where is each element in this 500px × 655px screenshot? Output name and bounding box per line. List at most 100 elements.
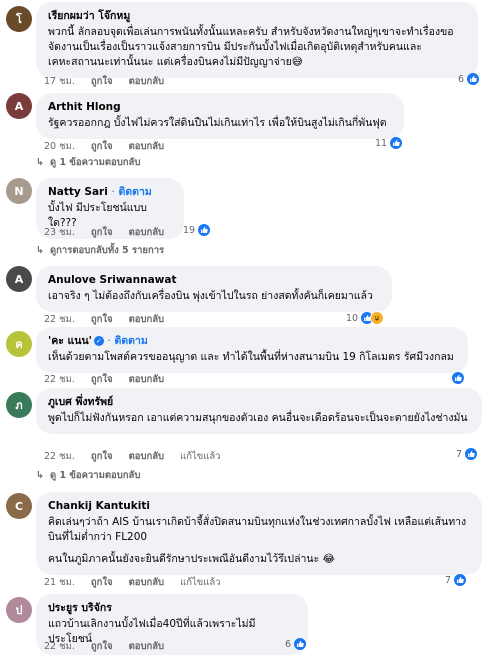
like-icon (452, 372, 464, 384)
like-button[interactable]: ถูกใจ (91, 639, 113, 654)
like-button[interactable]: ถูกใจ (91, 449, 113, 464)
timestamp[interactable]: 22 ชม. (44, 372, 75, 387)
reaction-summary[interactable]: 19 (183, 224, 211, 236)
comment-text: พูดไปก็ไม่ฟังกันหรอก เอาแต่ความสนุกของตั… (48, 411, 470, 426)
comment-paragraph: เอาจริง ๆ ไม่ต้องถึงกับเครื่องบิน พุ่งเข… (48, 290, 373, 302)
reaction-summary[interactable]: 10 (346, 311, 385, 325)
commenter-name[interactable]: ภูเบศ พึ่งทรัพย์ (48, 395, 470, 409)
like-button[interactable]: ถูกใจ (91, 372, 113, 387)
reply-button[interactable]: ตอบกลับ (129, 74, 165, 89)
timestamp[interactable]: 20 ชม. (44, 139, 75, 154)
reply-arrow-icon: ↳ (36, 157, 44, 168)
comment-bubble: 'คะ แนน' ✓ · ติดตาม เห็นด้วยตามโพสต์ควรขอ… (36, 327, 468, 373)
reply-button[interactable]: ตอบกลับ (129, 575, 165, 590)
reaction-summary[interactable] (452, 372, 464, 384)
timestamp[interactable]: 17 ชม. (44, 74, 75, 89)
like-button[interactable]: ถูกใจ (91, 74, 113, 89)
timestamp[interactable]: 22 ชม. (44, 449, 75, 464)
comment-actions: 17 ชม. ถูกใจ ตอบกลับ (44, 74, 164, 89)
like-icon (467, 73, 480, 85)
reply-button[interactable]: ตอบกลับ (129, 372, 165, 387)
commenter-name[interactable]: ประยูร บริจักร (48, 601, 296, 615)
avatar[interactable]: ภ (6, 392, 32, 418)
comment-bubble: เรียกผมว่า โจ๊กหมู พวกนี้ ลักลอบจุดเพื่อ… (36, 2, 478, 78)
follow-button[interactable]: ติดตาม (115, 335, 148, 347)
reply-button[interactable]: ตอบกลับ (129, 225, 165, 240)
commenter-name[interactable]: เรียกผมว่า โจ๊กหมู (48, 9, 466, 23)
reply-button[interactable]: ตอบกลับ (129, 639, 165, 654)
comment-paragraph: คิดเล่นๆว่าถ้า AIS บ้านเราเกิดบ้าจี้สั่ง… (48, 516, 467, 543)
commenter-name-text[interactable]: 'คะ แนน' (48, 335, 92, 347)
comment-paragraph: พวกนี้ ลักลอบจุดเพื่อเล่นการพนันทั้งนั้น… (48, 26, 454, 68)
reaction-count: 11 (375, 137, 388, 149)
separator: · (111, 186, 115, 198)
comment-bubble: Anulove Sriwannawat เอาจริง ๆ ไม่ต้องถึง… (36, 266, 392, 312)
avatar[interactable]: ป (6, 597, 32, 623)
reaction-count: 6 (458, 73, 465, 85)
like-icon (465, 448, 478, 460)
avatar[interactable]: โ (6, 6, 32, 32)
like-icon (454, 574, 467, 586)
avatar[interactable]: ค (6, 331, 32, 357)
comment-text: พวกนี้ ลักลอบจุดเพื่อเล่นการพนันทั้งนั้น… (48, 25, 466, 70)
reaction-count: 19 (183, 224, 196, 236)
reply-arrow-icon: ↳ (36, 470, 44, 481)
comment-actions: 22 ชม. ถูกใจ ตอบกลับ (44, 372, 164, 387)
like-button[interactable]: ถูกใจ (91, 575, 113, 590)
comment-actions: 22 ชม. ถูกใจ ตอบกลับ (44, 639, 164, 654)
edited-label: แก้ไขแล้ว (180, 577, 221, 588)
timestamp[interactable]: 22 ชม. (44, 312, 75, 327)
like-button[interactable]: ถูกใจ (91, 139, 113, 154)
reply-button[interactable]: ตอบกลับ (129, 449, 165, 464)
reaction-summary[interactable]: 7 (445, 574, 467, 586)
commenter-name: 'คะ แนน' ✓ · ติดตาม (48, 334, 456, 348)
comment-text: คิดเล่นๆว่าถ้า AIS บ้านเราเกิดบ้าจี้สั่ง… (48, 515, 470, 567)
like-icon (294, 638, 307, 650)
view-replies-label: ดูการตอบกลับทั้ง 5 รายการ (49, 245, 165, 256)
timestamp[interactable]: 23 ชม. (44, 225, 75, 240)
view-replies-link[interactable]: ↳ ดู 1 ข้อความตอบกลับ (36, 155, 140, 170)
view-replies-link[interactable]: ↳ ดูการตอบกลับทั้ง 5 รายการ (36, 243, 164, 258)
comment-paragraph: คนในภูมิภาคนั้นยังจะยินดีรักษาประเพณีอัน… (48, 553, 335, 565)
timestamp[interactable]: 21 ชม. (44, 575, 75, 590)
verified-badge-icon: ✓ (93, 336, 104, 346)
view-replies-label: ดู 1 ข้อความตอบกลับ (49, 157, 141, 168)
comment-actions: 21 ชม. ถูกใจ ตอบกลับ แก้ไขแล้ว (44, 575, 221, 590)
comment-bubble: ภูเบศ พึ่งทรัพย์ พูดไปก็ไม่ฟังกันหรอก เอ… (36, 388, 482, 434)
reaction-summary[interactable]: 6 (285, 638, 307, 650)
comment-text: เห็นด้วยตามโพสต์ควรขออนุญาต และ ทำได้ในพ… (48, 350, 456, 365)
reaction-summary[interactable]: 7 (456, 448, 478, 460)
view-replies-link[interactable]: ↳ ดู 1 ข้อความตอบกลับ (36, 468, 140, 483)
comment-actions: 20 ชม. ถูกใจ ตอบกลับ (44, 139, 164, 154)
reply-button[interactable]: ตอบกลับ (129, 139, 165, 154)
reaction-count: 7 (445, 574, 452, 586)
comment-text: เอาจริง ๆ ไม่ต้องถึงกับเครื่องบิน พุ่งเข… (48, 289, 380, 304)
reaction-count: 10 (346, 312, 359, 324)
reaction-summary[interactable]: 6 (458, 73, 480, 85)
avatar[interactable]: A (6, 93, 32, 119)
reply-arrow-icon: ↳ (36, 245, 44, 256)
comment-paragraph: รัฐควรออกกฎ บั้งไฟไม่ควรใส่ดินปืนไม่เกิน… (48, 117, 387, 129)
comment-actions: 22 ชม. ถูกใจ ตอบกลับ แก้ไขแล้ว (44, 449, 221, 464)
avatar[interactable]: N (6, 178, 32, 204)
commenter-name[interactable]: Arthit Hlong (48, 100, 392, 114)
follow-button[interactable]: ติดตาม (119, 186, 152, 198)
commenter-name[interactable]: Anulove Sriwannawat (48, 273, 380, 287)
like-icon (198, 224, 211, 236)
like-button[interactable]: ถูกใจ (91, 225, 113, 240)
commenter-name[interactable]: Chankij Kantukiti (48, 499, 470, 513)
reaction-summary[interactable]: 11 (375, 137, 403, 149)
reaction-count: 7 (456, 448, 463, 460)
avatar[interactable]: C (6, 493, 32, 519)
like-button[interactable]: ถูกใจ (91, 312, 113, 327)
reply-button[interactable]: ตอบกลับ (129, 312, 165, 327)
timestamp[interactable]: 22 ชม. (44, 639, 75, 654)
comment-bubble: Arthit Hlong รัฐควรออกกฎ บั้งไฟไม่ควรใส่… (36, 93, 404, 139)
avatar[interactable]: A (6, 266, 32, 292)
commenter-name-text[interactable]: Natty Sari (48, 186, 108, 198)
like-icon (390, 137, 403, 149)
view-replies-label: ดู 1 ข้อความตอบกลับ (49, 470, 141, 481)
reaction-count: 6 (285, 638, 292, 650)
comment-actions: 22 ชม. ถูกใจ ตอบกลับ (44, 312, 164, 327)
comment-paragraph: พูดไปก็ไม่ฟังกันหรอก เอาแต่ความสนุกของตั… (48, 412, 468, 424)
